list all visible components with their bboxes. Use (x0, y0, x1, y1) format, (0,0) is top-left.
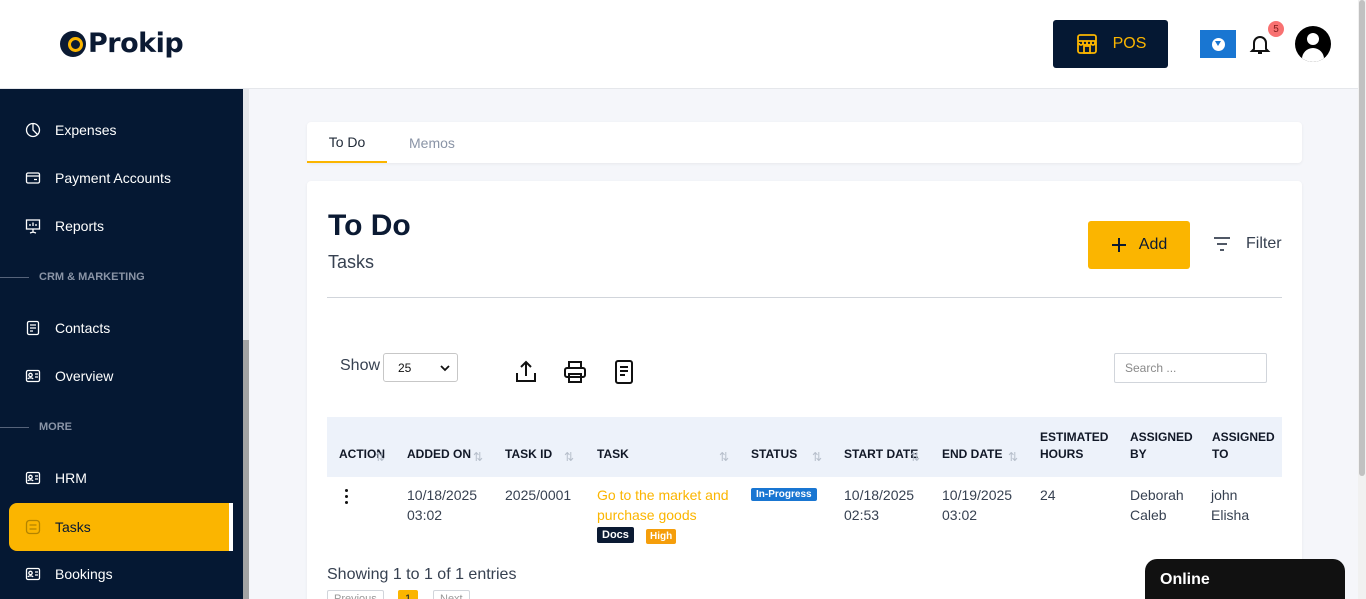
sidebar-item-reports[interactable]: Reports (9, 202, 233, 250)
section-divider (0, 276, 29, 278)
section-label: MORE (39, 421, 72, 433)
sidebar-scrollbar-thumb[interactable] (243, 340, 249, 599)
sidebar-item-label: Payment Accounts (55, 170, 171, 186)
pager-page-button[interactable]: 1 (398, 590, 419, 599)
section-divider (0, 426, 29, 428)
tasks-icon (25, 519, 41, 535)
sidebar-item-label: Tasks (55, 519, 91, 535)
sidebar-item-tasks[interactable]: Tasks (9, 503, 233, 551)
id-card-icon (25, 369, 41, 383)
column-header-status[interactable]: STATUS (751, 446, 797, 463)
pager-previous-button[interactable]: Previous (327, 590, 384, 599)
online-status-label: Online (1160, 571, 1210, 588)
show-entries-label: Show (340, 357, 381, 374)
pie-chart-icon (25, 122, 41, 138)
section-more: MORE (0, 421, 243, 433)
column-header-assigned-by[interactable]: ASSIGNED BY (1130, 429, 1200, 463)
sidebar-item-label: Bookings (55, 566, 113, 582)
plus-icon (1111, 238, 1126, 252)
cell-assigned-to: john Elisha (1211, 487, 1250, 523)
cell-task-id: 2025/0001 (505, 487, 572, 503)
section-crm-marketing: CRM & MARKETING (0, 271, 243, 283)
page-size-select[interactable]: 25 (383, 353, 458, 382)
pager-next-button[interactable]: Next (433, 590, 470, 599)
logo-text: Prokip (88, 28, 184, 59)
pos-label: POS (1112, 35, 1147, 52)
sidebar-item-hrm[interactable]: HRM (9, 454, 233, 502)
page-scrollbar-thumb[interactable] (1359, 0, 1365, 476)
cell-end-date: 10/19/2025 03:02 (942, 487, 1013, 523)
cell-assigned-by: Deborah Caleb (1130, 487, 1184, 523)
tab-memos[interactable]: Memos (409, 122, 455, 163)
sidebar-item-expenses[interactable]: Expenses (9, 106, 233, 154)
cell-added-on: 10/18/2025 03:02 (407, 487, 478, 523)
filter-icon (1214, 237, 1230, 251)
task-title-link[interactable]: Go to the market and purchase goods (597, 485, 737, 525)
download-icon (1211, 37, 1225, 51)
sidebar-item-contacts[interactable]: Contacts (9, 304, 233, 352)
sidebar-item-label: Overview (55, 368, 114, 384)
column-header-estimated-hours[interactable]: ESTIMATED HOURS (1040, 429, 1120, 463)
column-header-assigned-to[interactable]: ASSIGNED TO (1212, 429, 1282, 463)
add-label: Add (1138, 236, 1168, 253)
filter-button[interactable]: Filter (1212, 234, 1282, 254)
sidebar-item-label: Reports (55, 218, 105, 234)
column-header-task[interactable]: TASK (597, 446, 629, 463)
user-avatar-icon[interactable] (1295, 26, 1331, 62)
cell-start-date: 10/18/2025 02:53 (844, 487, 915, 523)
column-header-end-date[interactable]: END DATE (942, 446, 1002, 463)
search-input[interactable] (1114, 353, 1267, 383)
print-icon[interactable] (562, 359, 588, 385)
logo-mark-icon (60, 30, 86, 57)
sidebar-item-label: HRM (55, 470, 87, 486)
sort-icon[interactable]: ⇅ (564, 450, 574, 464)
sidebar-item-label: Contacts (55, 320, 111, 336)
contacts-icon (26, 320, 40, 336)
sidebar-item-label: Expenses (55, 122, 117, 138)
store-icon (1076, 34, 1097, 54)
tag-priority-badge: High (646, 529, 677, 544)
add-task-button[interactable]: Add (1088, 221, 1190, 269)
document-icon[interactable] (611, 359, 637, 385)
id-card-icon (25, 567, 41, 581)
entries-info: Showing 1 to 1 of 1 entries (327, 566, 517, 583)
chevron-down-icon (440, 364, 450, 371)
pos-button[interactable]: POS (1053, 20, 1168, 68)
sidebar-item-payment-accounts[interactable]: Payment Accounts (9, 154, 233, 202)
online-chat-widget[interactable]: Online (1145, 559, 1345, 599)
tab-to-do[interactable]: To Do (307, 122, 387, 163)
column-header-added-on[interactable]: ADDED ON (407, 446, 471, 463)
sidebar-item-bookings[interactable]: Bookings (9, 550, 233, 598)
status-badge: In-Progress (751, 488, 817, 501)
sidebar-item-overview[interactable]: Overview (9, 352, 233, 400)
page-title: To Do (328, 209, 411, 242)
page-size-value: 25 (398, 360, 412, 375)
export-icon[interactable] (513, 359, 539, 385)
download-button[interactable] (1200, 30, 1236, 58)
notification-count-badge: 5 (1268, 21, 1284, 37)
sort-icon[interactable]: ⇅ (473, 450, 483, 464)
row-actions-kebab-icon[interactable] (345, 489, 349, 505)
page-subtitle: Tasks (328, 252, 375, 272)
cell-estimated-hours: 24 (1040, 487, 1056, 503)
header-divider (327, 297, 1282, 298)
column-header-start-date[interactable]: START DATE (844, 446, 918, 463)
tag-docs-badge: Docs (597, 527, 634, 543)
tabs-bar: To Do Memos (307, 122, 1302, 163)
sort-icon[interactable]: ⇅ (910, 450, 920, 464)
bell-icon[interactable] (1248, 31, 1272, 57)
id-card-icon (25, 471, 41, 485)
sort-icon[interactable]: ⇅ (1008, 450, 1018, 464)
filter-label: Filter (1246, 235, 1282, 252)
sort-icon[interactable]: ⇅ (812, 450, 822, 464)
presentation-icon (25, 219, 41, 234)
column-header-task-id[interactable]: TASK ID (505, 446, 552, 463)
sort-icon[interactable]: ⇅ (719, 450, 729, 464)
top-header: Prokip POS 5 (0, 0, 1358, 89)
prokip-logo[interactable]: Prokip (60, 28, 184, 59)
section-label: CRM & MARKETING (39, 271, 145, 283)
wallet-icon (25, 172, 41, 184)
sort-icon[interactable]: ⇅ (375, 450, 385, 464)
